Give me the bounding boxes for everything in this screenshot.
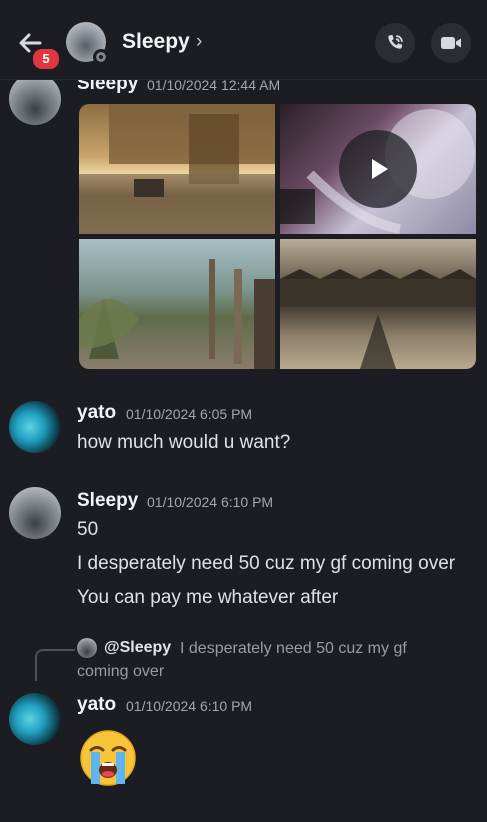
message-timestamp: 01/10/2024 6:05 PM bbox=[126, 406, 253, 422]
voice-call-button[interactable] bbox=[375, 23, 415, 63]
avatar-sleepy[interactable] bbox=[9, 73, 61, 125]
avatar-yato[interactable] bbox=[9, 693, 61, 745]
play-icon bbox=[372, 159, 388, 179]
status-offline-icon bbox=[93, 49, 109, 65]
message-author[interactable]: Sleepy bbox=[77, 490, 138, 512]
attachment-image-forest[interactable] bbox=[79, 239, 275, 369]
message-author[interactable]: yato bbox=[77, 402, 116, 424]
message-text: 50 bbox=[77, 519, 99, 540]
attachment-image-village[interactable] bbox=[280, 239, 476, 369]
message-timestamp: 01/10/2024 6:10 PM bbox=[147, 494, 274, 510]
chat-header: 5 Sleepy › bbox=[0, 0, 487, 80]
avatar-sleepy[interactable] bbox=[9, 487, 61, 539]
chevron-right-icon[interactable]: › bbox=[196, 31, 202, 53]
reply-preview-text[interactable]: I desperately need 50 cuz my gf bbox=[180, 640, 407, 658]
message-author[interactable]: yato bbox=[77, 694, 116, 716]
reply-connector bbox=[35, 649, 75, 681]
video-camera-icon bbox=[441, 37, 461, 49]
phone-call-icon bbox=[388, 34, 403, 49]
reply-avatar bbox=[77, 638, 97, 658]
video-call-button[interactable] bbox=[431, 23, 471, 63]
unread-badge: 5 bbox=[30, 46, 62, 72]
message-text: I desperately need 50 cuz my gf coming o… bbox=[77, 553, 456, 574]
reply-mention[interactable]: @Sleepy bbox=[104, 639, 171, 657]
message-timestamp: 01/10/2024 6:10 PM bbox=[126, 698, 253, 714]
reply-preview-text[interactable]: coming over bbox=[77, 663, 164, 681]
attachment-image-street[interactable] bbox=[79, 104, 275, 234]
play-button[interactable] bbox=[339, 130, 417, 208]
attachment-video[interactable] bbox=[280, 104, 476, 234]
header-username[interactable]: Sleepy bbox=[122, 30, 190, 54]
loudly-crying-face-emoji bbox=[78, 728, 138, 788]
attachment-grid bbox=[79, 104, 476, 369]
message-text: You can pay me whatever after bbox=[77, 587, 339, 608]
avatar-yato[interactable] bbox=[9, 401, 61, 453]
message-text: how much would u want? bbox=[77, 432, 291, 453]
